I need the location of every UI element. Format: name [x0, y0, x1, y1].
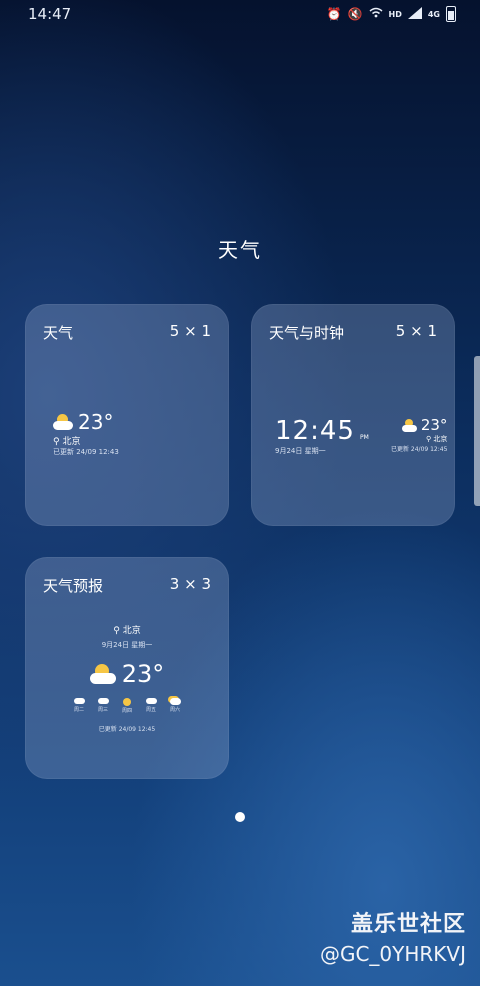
clock-time: 12:45 — [275, 416, 355, 446]
sunny-icon — [123, 698, 131, 706]
forecast-preview: ⚲ 北京 9月24日 星期一 23° 周二 周三 周四 周五 周六 已更新 24… — [25, 623, 229, 733]
widget-title: 天气预报 — [43, 577, 104, 595]
partly-cloudy-icon — [53, 413, 75, 431]
hd-indicator: HD — [388, 9, 402, 19]
cloudy-icon — [145, 698, 157, 704]
location-pin-icon: ⚲ — [113, 626, 120, 636]
cloudy-icon — [73, 698, 85, 704]
network-type: 4G — [427, 9, 440, 19]
widget-header: 天气与时钟 5 × 1 — [269, 322, 437, 343]
location-label: ⚲ 北京 — [53, 437, 81, 447]
updated-text: 已更新 24/09 12:43 — [53, 448, 119, 456]
location-pin-icon: ⚲ — [53, 437, 60, 447]
forecast-day: 周四 — [121, 698, 133, 714]
clock-ampm: PM — [360, 434, 369, 441]
mute-icon: 🔇 — [347, 7, 363, 21]
status-icons: ⏰ 🔇 HD 4G — [327, 6, 456, 22]
widget-header: 天气 5 × 1 — [43, 322, 211, 343]
widget-title: 天气 — [43, 324, 74, 342]
location-label: ⚲ 北京 — [113, 626, 141, 636]
widget-size: 5 × 1 — [169, 322, 211, 340]
forecast-day: 周六 — [169, 698, 181, 714]
forecast-day: 周二 — [73, 698, 85, 714]
partly-cloudy-icon — [89, 663, 118, 685]
clock-date: 9月24日 星期一 — [275, 447, 326, 455]
alarm-icon: ⏰ — [326, 7, 342, 21]
battery-icon — [446, 6, 456, 22]
forecast-row: 周二 周三 周四 周五 周六 — [25, 698, 229, 714]
clock-preview: 12:45 PM 9月24日 星期一 — [275, 416, 369, 456]
watermark-title: 盖乐世社区 — [350, 912, 466, 937]
partly-cloudy-icon — [401, 418, 418, 432]
widget-size: 3 × 3 — [169, 575, 211, 593]
updated-text: 已更新 24/09 12:45 — [98, 726, 156, 733]
widget-forecast-card[interactable]: 天气预报 3 × 3 ⚲ 北京 9月24日 星期一 23° 周二 周三 周四 周… — [25, 557, 229, 779]
widget-title: 天气与时钟 — [269, 324, 345, 342]
updated-text: 已更新 24/09 12:45 — [391, 446, 448, 453]
weather-preview: 23° ⚲ 北京 已更新 24/09 12:45 — [391, 416, 447, 453]
signal-icon — [407, 6, 422, 22]
widget-weather-card[interactable]: 天气 5 × 1 23° ⚲ 北京 已更新 24/09 12:43 — [25, 304, 229, 526]
widget-weather-clock-card[interactable]: 天气与时钟 5 × 1 12:45 PM 9月24日 星期一 23° ⚲ 北京 … — [251, 304, 455, 526]
forecast-day: 周三 — [97, 698, 109, 714]
widget-size: 5 × 1 — [395, 322, 437, 340]
location-pin-icon: ⚲ — [426, 435, 432, 443]
weather-preview: 23° ⚲ 北京 已更新 24/09 12:43 — [53, 410, 119, 457]
forecast-date: 9月24日 星期一 — [101, 641, 153, 649]
status-time: 14:47 — [28, 5, 72, 23]
wifi-icon — [369, 7, 383, 21]
scrollbar[interactable] — [474, 356, 480, 506]
watermark-user: @GC_0YHRKVJ — [319, 942, 466, 966]
temperature: 23° — [121, 660, 165, 688]
status-bar: 14:47 ⏰ 🔇 HD 4G — [0, 0, 480, 28]
temperature: 23° — [78, 410, 114, 434]
partly-cloudy-icon — [169, 698, 181, 705]
page-title: 天气 — [218, 238, 262, 262]
cloudy-icon — [97, 698, 109, 704]
temperature: 23° — [420, 416, 448, 434]
page-indicator-dot — [235, 812, 245, 822]
widget-header: 天气预报 3 × 3 — [43, 575, 211, 596]
forecast-day: 周五 — [145, 698, 157, 714]
location-label: ⚲ 北京 — [426, 435, 448, 443]
